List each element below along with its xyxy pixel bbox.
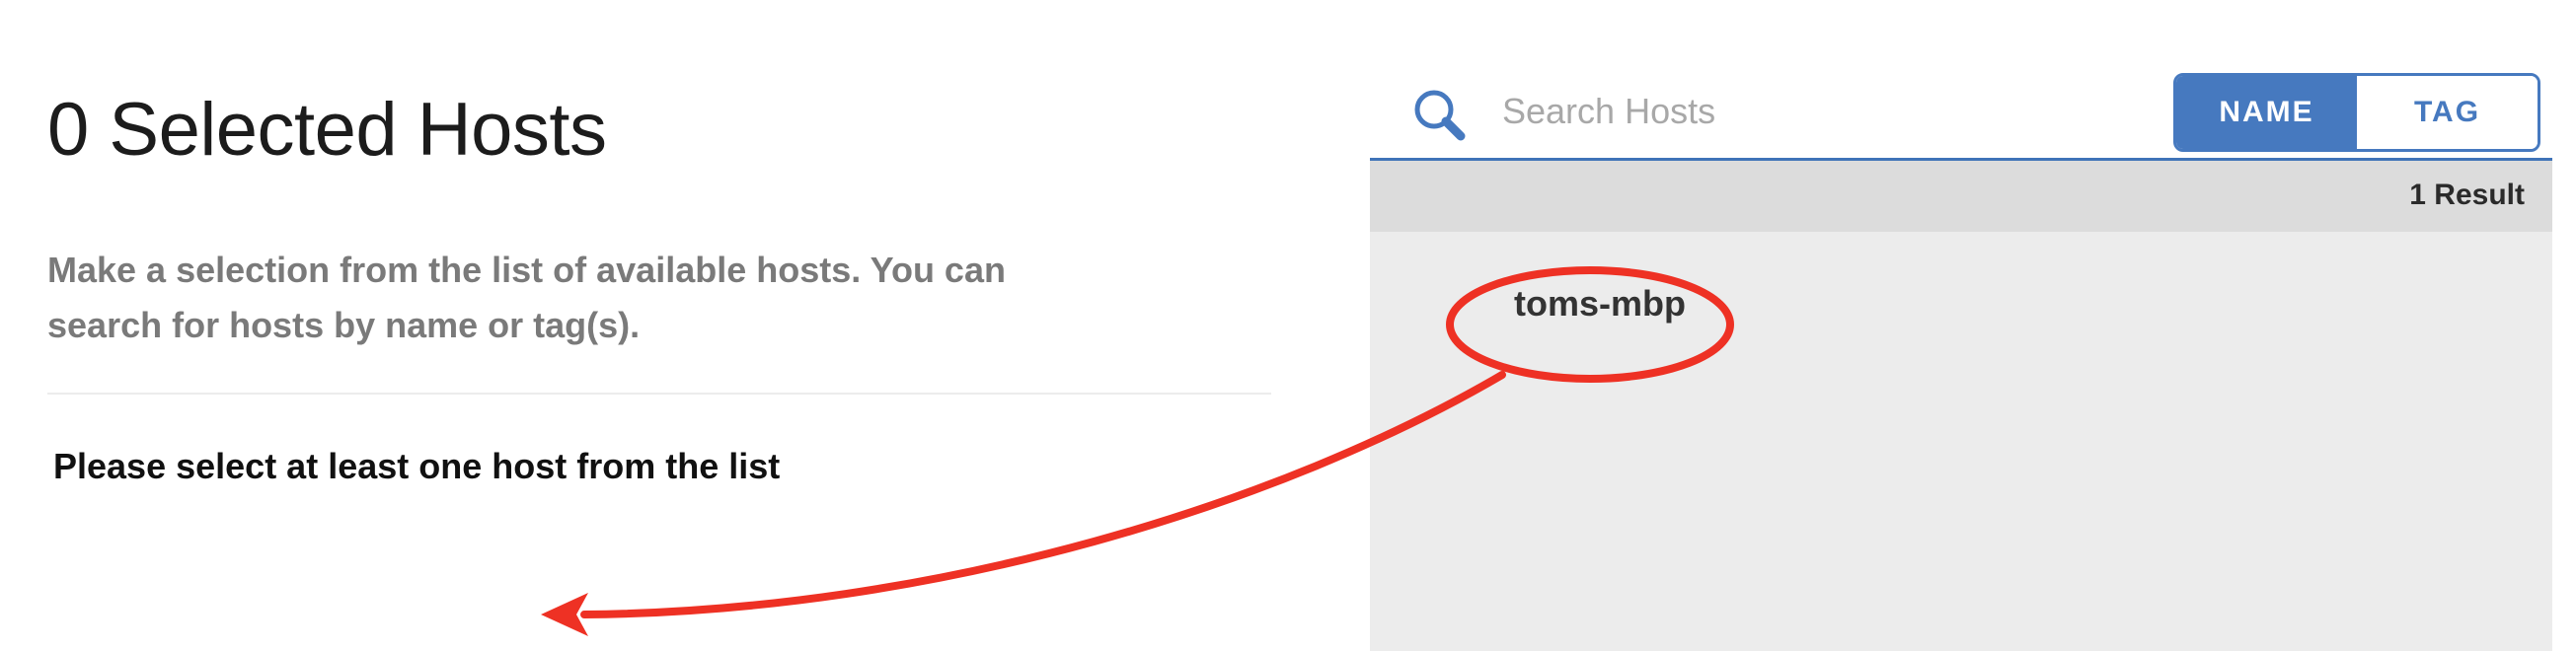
host-results-list: toms-mbp <box>1370 232 2552 651</box>
results-header: 1 Result <box>1370 161 2552 232</box>
available-hosts-panel: NAME TAG 1 Result toms-mbp <box>1370 0 2576 651</box>
search-mode-toggle: NAME TAG <box>2173 73 2540 152</box>
search-bar: NAME TAG <box>1370 65 2552 161</box>
search-icon <box>1414 90 1466 141</box>
host-list-item[interactable]: toms-mbp <box>1514 283 1686 325</box>
name-filter-button[interactable]: NAME <box>2176 76 2357 149</box>
validation-message: Please select at least one host from the… <box>53 446 781 486</box>
results-count: 1 Result <box>2409 179 2525 211</box>
divider <box>47 393 1271 395</box>
search-input[interactable] <box>1502 79 2015 144</box>
tag-filter-button[interactable]: TAG <box>2357 76 2538 149</box>
page-title: 0 Selected Hosts <box>47 88 607 172</box>
host-selection-page: 0 Selected Hosts Make a selection from t… <box>0 0 2576 651</box>
instructions-text: Make a selection from the list of availa… <box>47 250 1006 345</box>
selected-hosts-panel: 0 Selected Hosts Make a selection from t… <box>47 0 1271 651</box>
